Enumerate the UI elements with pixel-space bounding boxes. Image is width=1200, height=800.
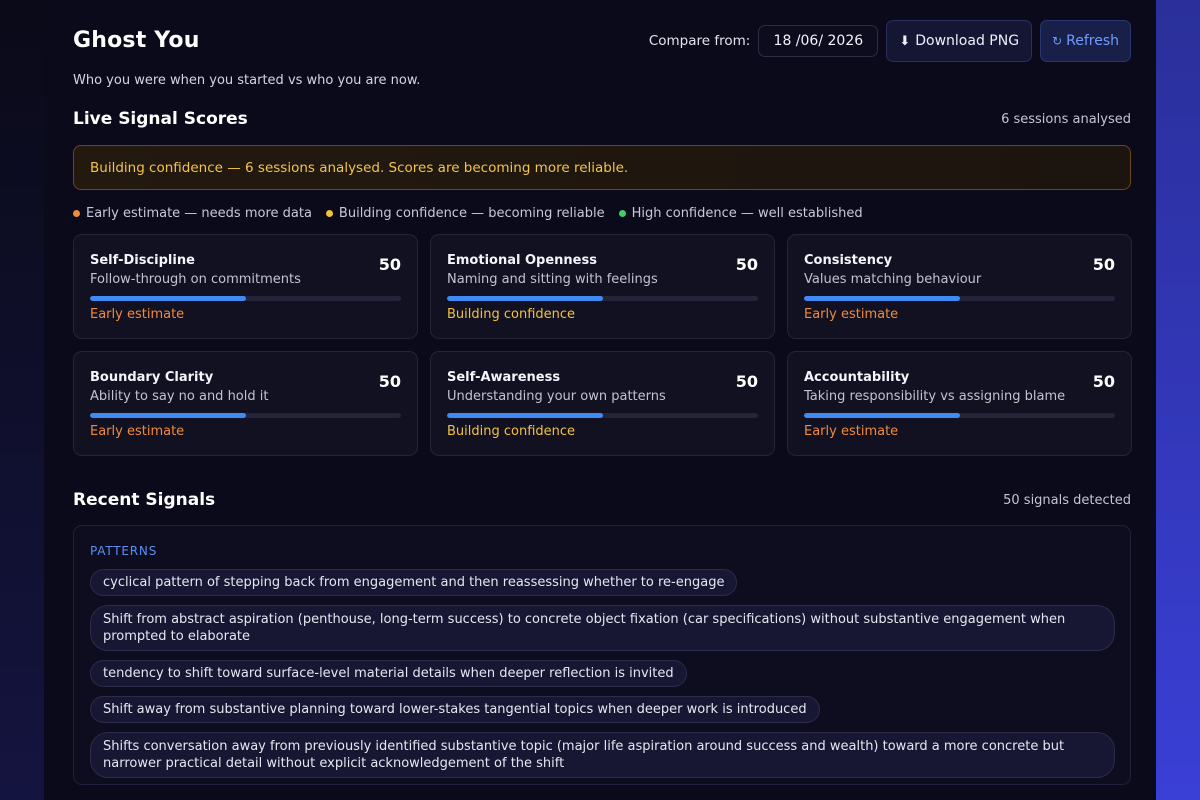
right-background-strip xyxy=(1156,0,1200,800)
card-title: Boundary Clarity xyxy=(90,370,214,385)
signals-panel: PATTERNS cyclical pattern of stepping ba… xyxy=(73,525,1131,785)
download-png-button[interactable]: ⬇ Download PNG xyxy=(886,20,1033,62)
refresh-label: Refresh xyxy=(1066,33,1119,49)
card-score: 50 xyxy=(735,372,758,391)
score-bar-fill xyxy=(804,296,960,301)
card-score: 50 xyxy=(1092,372,1115,391)
toolbar: Compare from: 18 /06/ 2026 ⬇ Download PN… xyxy=(649,20,1131,62)
confidence-label: Early estimate xyxy=(90,424,185,439)
card-score: 50 xyxy=(1092,255,1115,274)
score-bar-fill xyxy=(90,296,246,301)
legend-label: High confidence — well established xyxy=(631,206,863,221)
card-description: Taking responsibility vs assigning blame xyxy=(804,389,1066,404)
score-bar xyxy=(804,413,1115,418)
confidence-legend: Early estimate — needs more data Buildin… xyxy=(73,206,877,221)
live-signal-scores-title: Live Signal Scores xyxy=(73,109,248,129)
recent-signals-title: Recent Signals xyxy=(73,490,216,510)
compare-date-input[interactable]: 18 /06/ 2026 xyxy=(758,25,879,57)
legend-label: Early estimate — needs more data xyxy=(86,206,312,221)
card-description: Follow-through on commitments xyxy=(90,272,301,287)
card-description: Ability to say no and hold it xyxy=(90,389,269,404)
legend-item: High confidence — well established xyxy=(618,206,863,221)
confidence-label: Early estimate xyxy=(90,307,185,322)
score-card-self-discipline[interactable]: Self-Discipline Follow-through on commit… xyxy=(73,234,418,339)
score-bar xyxy=(90,296,401,301)
score-bar-fill xyxy=(90,413,246,418)
main-panel: Ghost You Who you were when you started … xyxy=(44,0,1156,800)
legend-dot-high xyxy=(618,210,626,217)
signal-pill: Shift away from substantive planning tow… xyxy=(90,696,820,723)
score-card-boundary-clarity[interactable]: Boundary Clarity Ability to say no and h… xyxy=(73,351,418,456)
score-card-self-awareness[interactable]: Self-Awareness Understanding your own pa… xyxy=(430,351,775,456)
download-png-label: Download PNG xyxy=(915,33,1020,49)
sessions-analysed-count: 6 sessions analysed xyxy=(1001,112,1131,127)
score-card-emotional-openness[interactable]: Emotional Openness Naming and sitting wi… xyxy=(430,234,775,339)
confidence-label: Early estimate xyxy=(804,424,899,439)
confidence-label: Building confidence xyxy=(447,307,576,322)
score-card-consistency[interactable]: Consistency Values matching behaviour 50… xyxy=(787,234,1132,339)
score-bar-fill xyxy=(447,413,603,418)
score-bar xyxy=(447,296,758,301)
signals-detected-count: 50 signals detected xyxy=(1003,493,1131,508)
score-bar xyxy=(447,413,758,418)
signal-pill: tendency to shift toward surface-level m… xyxy=(90,660,687,687)
page-title: Ghost You xyxy=(73,28,200,53)
legend-item: Building confidence — becoming reliable xyxy=(325,206,605,221)
legend-item: Early estimate — needs more data xyxy=(73,206,312,221)
refresh-icon: ↻ xyxy=(1052,34,1063,48)
card-score: 50 xyxy=(378,255,401,274)
signal-pill: cyclical pattern of stepping back from e… xyxy=(90,569,738,596)
card-title: Self-Awareness xyxy=(447,370,561,385)
score-bar-fill xyxy=(804,413,960,418)
confidence-label: Early estimate xyxy=(804,307,899,322)
confidence-banner: Building confidence — 6 sessions analyse… xyxy=(73,145,1131,190)
score-bar xyxy=(90,413,401,418)
card-title: Consistency xyxy=(804,253,893,268)
legend-dot-early xyxy=(73,210,80,217)
score-bar xyxy=(804,296,1115,301)
legend-label: Building confidence — becoming reliable xyxy=(338,206,605,221)
score-card-accountability[interactable]: Accountability Taking responsibility vs … xyxy=(787,351,1132,456)
card-title: Accountability xyxy=(804,370,910,385)
card-title: Emotional Openness xyxy=(447,253,597,268)
signal-pill: Shift from abstract aspiration (penthous… xyxy=(90,605,1115,651)
card-description: Understanding your own patterns xyxy=(447,389,666,404)
page-subtitle: Who you were when you started vs who you… xyxy=(73,73,421,88)
score-bar-fill xyxy=(447,296,603,301)
legend-dot-building xyxy=(325,210,333,217)
score-cards-grid: Self-Discipline Follow-through on commit… xyxy=(73,234,1132,456)
compare-from-label: Compare from: xyxy=(648,33,751,49)
refresh-button[interactable]: ↻ Refresh xyxy=(1040,20,1131,62)
signal-pill: Shifts conversation away from previously… xyxy=(90,732,1115,778)
card-score: 50 xyxy=(735,255,758,274)
signal-list: cyclical pattern of stepping back from e… xyxy=(90,569,1115,787)
card-description: Values matching behaviour xyxy=(804,272,982,287)
card-title: Self-Discipline xyxy=(90,253,195,268)
download-icon: ⬇ xyxy=(899,33,911,49)
left-background-strip xyxy=(0,0,44,800)
card-score: 50 xyxy=(378,372,401,391)
signals-category-label: PATTERNS xyxy=(90,544,158,558)
confidence-label: Building confidence xyxy=(447,424,576,439)
card-description: Naming and sitting with feelings xyxy=(447,272,658,287)
